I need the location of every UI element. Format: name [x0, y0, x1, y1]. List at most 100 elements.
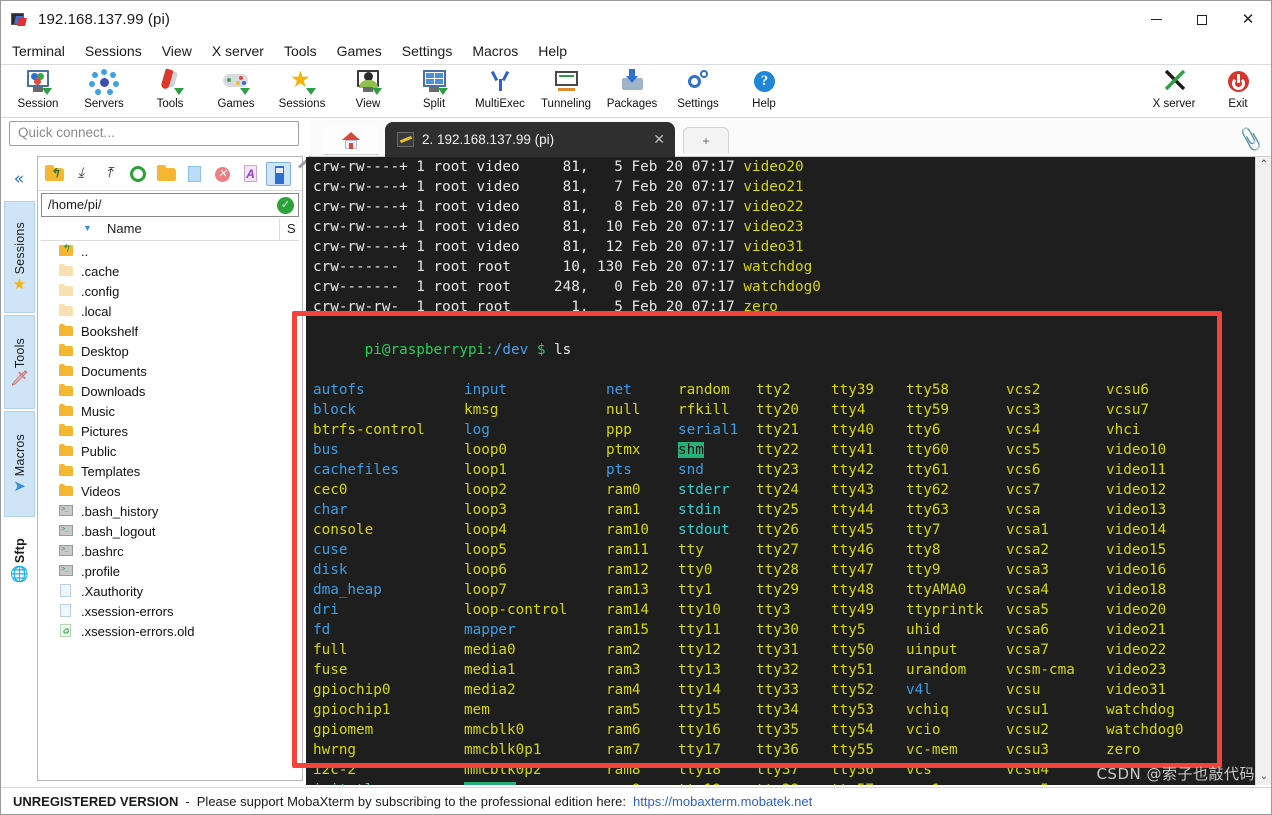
list-item[interactable]: Desktop — [41, 341, 299, 361]
sidebar-item-tools[interactable]: Tools 🗡 — [4, 315, 35, 409]
list-item[interactable]: ♻ .xsession-errors.old — [41, 621, 299, 641]
toolbar-split[interactable]: Split — [401, 67, 467, 117]
ls-entry: vcsu — [1006, 682, 1041, 698]
new-tab-button[interactable]: + — [683, 127, 729, 153]
new-file-icon[interactable] — [182, 162, 207, 186]
file-name: Videos — [81, 483, 121, 499]
menu-macros[interactable]: Macros — [463, 40, 527, 62]
ls-entry: pts — [606, 462, 632, 478]
toolbar-tunneling[interactable]: Tunneling — [533, 67, 599, 117]
column-header-name[interactable]: Name — [107, 221, 142, 236]
sidebar-item-sftp[interactable]: Sftp 🌐 — [4, 519, 35, 601]
toolbar-servers[interactable]: Servers — [71, 67, 137, 117]
maximize-button[interactable] — [1179, 1, 1225, 38]
toolbar-x-server[interactable]: X server — [1139, 67, 1209, 117]
list-item[interactable]: .bashrc — [41, 541, 299, 561]
paperclip-icon[interactable]: 📎 — [1237, 126, 1265, 152]
list-item[interactable]: .profile — [41, 561, 299, 581]
menu-view[interactable]: View — [153, 40, 201, 62]
toolbar-games[interactable]: Games — [203, 67, 269, 117]
delete-icon[interactable]: ✕ — [210, 162, 235, 186]
ls-entry: tty5 — [831, 622, 866, 638]
refresh-icon[interactable] — [126, 162, 151, 186]
toolbar-session[interactable]: Session — [5, 67, 71, 117]
toolbar-sessions[interactable]: ★ Sessions — [269, 67, 335, 117]
toolbar-view[interactable]: View — [335, 67, 401, 117]
toolbar-exit[interactable]: Exit — [1205, 67, 1271, 117]
menu-games[interactable]: Games — [328, 40, 391, 62]
list-item[interactable]: .config — [41, 281, 299, 301]
sidebar-item-macros[interactable]: Macros ➤ — [4, 411, 35, 517]
terminal-scrollbar[interactable]: ⌃ ⌄ — [1255, 157, 1271, 785]
menu-terminal[interactable]: Terminal — [3, 40, 74, 62]
list-item[interactable]: .xsession-errors — [41, 601, 299, 621]
close-button[interactable]: ✕ — [1225, 1, 1271, 38]
folder-icon — [59, 324, 75, 338]
list-item[interactable]: Pictures — [41, 421, 299, 441]
toolbar-multiexec[interactable]: MultiExec — [467, 67, 533, 117]
menu-x-server[interactable]: X server — [203, 40, 273, 62]
list-item[interactable]: .local — [41, 301, 299, 321]
text-edit-icon[interactable]: A — [238, 162, 263, 186]
ls-entry: fuse — [313, 662, 348, 678]
ls-entry: vcio — [906, 722, 941, 738]
ls-entry: tty — [678, 542, 704, 558]
status-dash: - — [185, 793, 190, 809]
ls-entry: urandom — [906, 662, 967, 678]
minimize-button[interactable] — [1133, 1, 1179, 38]
ls-entry: tty10 — [678, 602, 722, 618]
list-item[interactable]: Templates — [41, 461, 299, 481]
ls-entry: char — [313, 502, 348, 518]
toolbar-tools[interactable]: Tools — [137, 67, 203, 117]
go-up-folder-icon[interactable]: ↰ — [42, 162, 67, 186]
multiexec-icon — [485, 69, 515, 97]
scroll-up-icon[interactable]: ⌃ — [1256, 157, 1271, 173]
list-item[interactable]: .bash_logout — [41, 521, 299, 541]
menu-tools[interactable]: Tools — [275, 40, 326, 62]
window-controls: ✕ — [1133, 1, 1271, 38]
toolbar-help[interactable]: ? Help — [731, 67, 797, 117]
download-icon[interactable]: ⤓ — [70, 162, 95, 186]
list-item[interactable]: Public — [41, 441, 299, 461]
list-item[interactable]: .Xauthority — [41, 581, 299, 601]
ls-entry: vcs6 — [1006, 462, 1041, 478]
menu-settings[interactable]: Settings — [393, 40, 462, 62]
terminal-line: crw-rw----+ 1 root video 81, 12 Feb 20 0… — [313, 239, 804, 255]
collapse-panel-button[interactable]: « — [2, 161, 36, 197]
list-item[interactable]: Downloads — [41, 381, 299, 401]
title-bar: 192.168.137.99 (pi) ✕ — [1, 1, 1271, 38]
scroll-down-icon[interactable]: ⌄ — [1256, 769, 1271, 785]
terminal-prompt-line: pi@raspberrypi:/dev $ ls — [306, 320, 1256, 380]
toolbar-packages-label: Packages — [606, 98, 658, 110]
sftp-path-input[interactable]: /home/pi/ ✓ — [41, 193, 299, 217]
toolbar-packages[interactable]: Packages — [599, 67, 665, 117]
sidebar-item-sessions[interactable]: Sessions ★ — [4, 201, 35, 313]
mobaxterm-link[interactable]: https://mobaxterm.mobatek.net — [633, 794, 812, 809]
menu-sessions[interactable]: Sessions — [76, 40, 151, 62]
list-item[interactable]: .cache — [41, 261, 299, 281]
upload-icon[interactable]: ⤒ — [98, 162, 123, 186]
list-item[interactable]: Music — [41, 401, 299, 421]
column-header-size[interactable]: S — [287, 221, 296, 236]
ls-entry: media1 — [464, 662, 516, 678]
terminal-output[interactable]: crw-rw----+ 1 root video 81, 5 Feb 20 07… — [306, 157, 1256, 785]
list-item[interactable]: Videos — [41, 481, 299, 501]
menu-help[interactable]: Help — [529, 40, 576, 62]
list-item[interactable]: Documents — [41, 361, 299, 381]
usb-drive-icon[interactable] — [266, 161, 291, 186]
new-folder-icon[interactable] — [154, 162, 179, 186]
tab-session-active[interactable]: 2. 192.168.137.99 (pi) ✕ — [385, 122, 675, 157]
list-item[interactable]: Bookshelf — [41, 321, 299, 341]
sftp-file-list[interactable]: .. .cache .config .local Bookshelf Deskt… — [41, 241, 299, 711]
list-item[interactable]: .. — [41, 241, 299, 261]
tab-home[interactable] — [323, 125, 379, 155]
folder-icon — [59, 404, 75, 418]
ls-entry: tty62 — [906, 482, 950, 498]
ls-entry: disk — [313, 562, 348, 578]
list-item[interactable]: .bash_history — [41, 501, 299, 521]
ls-entry: bus — [313, 442, 339, 458]
quick-connect-input[interactable]: Quick connect... — [9, 121, 299, 146]
tab-close-icon[interactable]: ✕ — [653, 132, 665, 148]
toolbar-settings[interactable]: Settings — [665, 67, 731, 117]
sort-desc-icon[interactable]: ▼ — [83, 223, 92, 233]
